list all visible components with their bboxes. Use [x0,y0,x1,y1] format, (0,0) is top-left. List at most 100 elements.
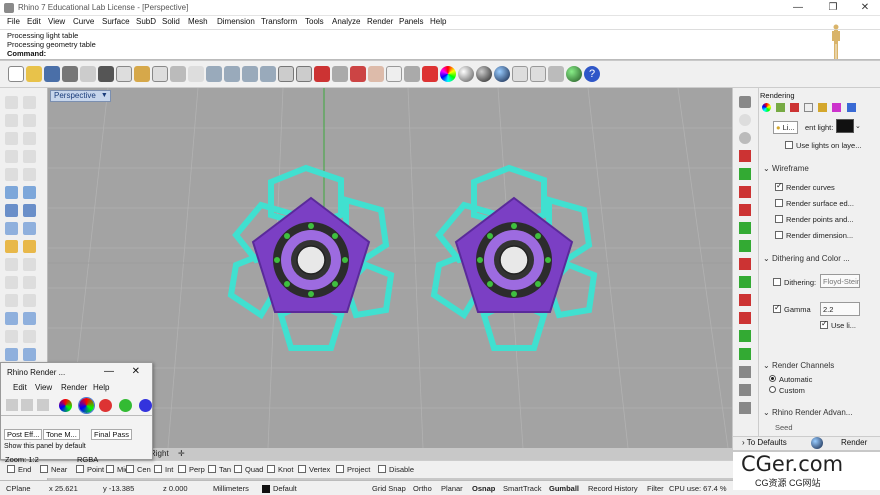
osnap-end[interactable]: End [7,465,31,474]
cut-icon[interactable] [80,66,96,82]
extrude-icon[interactable] [23,186,36,199]
color-wheel-icon[interactable] [762,103,771,112]
move-icon[interactable] [5,258,18,271]
tool-icon[interactable] [739,384,751,396]
open-file-icon[interactable] [26,66,42,82]
boolean-icon[interactable] [5,312,18,325]
record-history-toggle[interactable]: Record History [588,484,638,493]
arrow-icon[interactable] [739,276,751,288]
automatic-radio[interactable]: Automatic [769,375,812,384]
render-close-button[interactable]: ✕ [132,366,140,377]
cplane-label[interactable]: CPlane [6,484,31,493]
join-icon[interactable] [23,312,36,325]
osnap-point[interactable]: Point [76,465,104,474]
texture-icon[interactable] [776,103,786,112]
arrow-icon[interactable] [739,150,751,162]
maximize-button[interactable]: ❐ [822,1,844,15]
cut-icon[interactable] [98,66,114,82]
render-menu-view[interactable]: View [35,383,52,392]
arrow-icon[interactable] [739,204,751,216]
tool-icon[interactable] [739,402,751,414]
save-icon[interactable] [44,66,60,82]
chevron-down-icon[interactable]: ⌄ [855,122,861,130]
viewport-tab[interactable]: Perspective ▼ [50,90,111,102]
surface-icon[interactable] [5,186,18,199]
polygon-icon[interactable] [23,168,36,181]
arc-icon[interactable] [5,150,18,163]
rgb-channel-icon[interactable] [59,399,72,412]
osnap-int[interactable]: Int [154,465,173,474]
chevron-down-icon[interactable]: ▼ [101,91,108,101]
menu-render[interactable]: Render [367,17,393,26]
rendered-sphere-icon[interactable] [476,66,492,82]
point-icon[interactable] [5,114,18,127]
rotate-icon[interactable] [5,276,18,289]
menu-transform[interactable]: Transform [261,17,297,26]
arrow-icon[interactable] [739,222,751,234]
rotate-view-icon[interactable] [188,66,204,82]
lock-icon[interactable] [404,66,420,82]
render-menu-edit[interactable]: Edit [13,383,27,392]
zoom-icon[interactable] [206,66,222,82]
render-preview-icon[interactable] [494,66,510,82]
advanced-section-header[interactable]: ⌄ Rhino Render Advan... [763,408,852,417]
grid-icon[interactable] [548,66,564,82]
environment-tab-icon[interactable] [790,103,800,112]
final-pass-tab[interactable]: Final Pass [91,429,133,440]
osnap-disable[interactable]: Disable [378,465,414,474]
properties-icon[interactable] [530,66,546,82]
wireframe-section-header[interactable]: ⌄ Wireframe [763,164,809,173]
layer-label[interactable]: Default [273,484,297,493]
help-icon[interactable]: ? [584,66,600,82]
zoom-extents-icon[interactable] [242,66,258,82]
earring-left[interactable] [227,164,395,351]
tool-icon[interactable] [739,366,751,378]
zoom-selected-icon[interactable] [260,66,276,82]
sun-icon[interactable] [818,103,828,112]
blend-icon[interactable] [23,240,36,253]
menu-solid[interactable]: Solid [162,17,180,26]
layer-icon[interactable] [422,66,438,82]
render-channels-section-header[interactable]: ⌄ Render Channels [763,361,834,370]
ambient-color-swatch[interactable] [836,119,854,133]
select-arrow-icon[interactable] [5,96,18,109]
rendering-panel-icon[interactable] [739,114,751,126]
custom-radio[interactable]: Custom [769,386,805,395]
osnap-vertex[interactable]: Vertex [298,465,330,474]
menu-subd[interactable]: SubD [136,17,156,26]
close-button[interactable]: ✕ [854,1,876,15]
dithering-checkbox[interactable]: Dithering: [773,278,816,287]
cplane-icon[interactable] [350,66,366,82]
menu-help[interactable]: Help [430,17,446,26]
arrow-icon[interactable] [739,348,751,360]
gamma-value-field[interactable]: 2.2 [820,302,860,316]
menu-file[interactable]: File [7,17,20,26]
render-curves-checkbox[interactable]: Render curves [775,181,835,192]
osnap-cen[interactable]: Cen [126,465,151,474]
copy-icon[interactable] [116,66,132,82]
post-effects-tab[interactable]: Post Eff... [4,429,43,440]
grid-snap-toggle[interactable]: Grid Snap [372,484,406,493]
arrow-icon[interactable] [739,330,751,342]
materials-panel-icon[interactable] [739,132,751,144]
copy-tool-icon[interactable] [23,258,36,271]
menu-tools[interactable]: Tools [305,17,324,26]
ground-plane-icon[interactable] [804,103,814,112]
select-points-icon[interactable] [23,96,36,109]
osnap-near[interactable]: Near [40,465,67,474]
polyline-icon[interactable] [23,114,36,127]
circle-icon[interactable] [23,132,36,145]
ellipse-icon[interactable] [5,168,18,181]
osnap-knot[interactable]: Knot [267,465,293,474]
arrow-icon[interactable] [739,312,751,324]
curve-icon[interactable] [5,132,18,145]
text-icon[interactable] [23,330,36,343]
menu-edit[interactable]: Edit [27,17,41,26]
render-tool-icon[interactable] [23,348,36,361]
menu-dimension[interactable]: Dimension [217,17,255,26]
osnap-toggle[interactable]: Osnap [472,484,495,493]
four-viewports-icon[interactable] [296,66,312,82]
use-lights-checkbox[interactable]: Use lights on laye... [785,141,861,150]
render-points-checkbox[interactable]: Render points and... [775,215,854,224]
light-button[interactable]: ● Li... [773,121,798,134]
